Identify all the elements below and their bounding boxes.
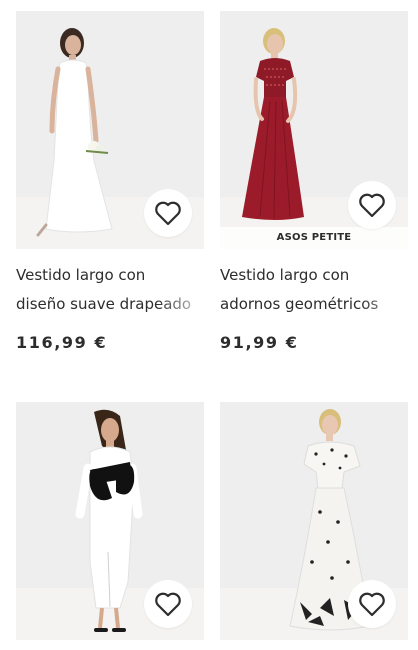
product-image[interactable]	[16, 402, 204, 640]
product-image[interactable]	[220, 402, 408, 640]
product-title-line: adornos geométricos	[220, 295, 379, 313]
product-title-line: Vestido largo con	[16, 266, 146, 284]
save-favorite-button[interactable]	[144, 580, 192, 628]
save-favorite-button[interactable]	[348, 181, 396, 229]
product-title-line: diseño suave drapeado	[16, 295, 192, 313]
product-title[interactable]: Vestido largo con adornos geométricos	[220, 261, 408, 319]
product-title-line: Vestido largo con	[220, 266, 350, 284]
product-price: 91,99 €	[220, 333, 299, 352]
product-price: 116,99 €	[16, 333, 108, 352]
heart-icon	[155, 201, 181, 226]
save-favorite-button[interactable]	[348, 580, 396, 628]
save-favorite-button[interactable]	[144, 189, 192, 237]
product-image[interactable]: ASOS PETITE	[220, 11, 408, 249]
brand-badge: ASOS PETITE	[220, 227, 408, 249]
heart-icon	[359, 592, 385, 617]
product-image[interactable]	[16, 11, 204, 249]
heart-icon	[359, 193, 385, 218]
product-title[interactable]: Vestido largo con diseño suave drapeado	[16, 261, 204, 319]
heart-icon	[155, 592, 181, 617]
